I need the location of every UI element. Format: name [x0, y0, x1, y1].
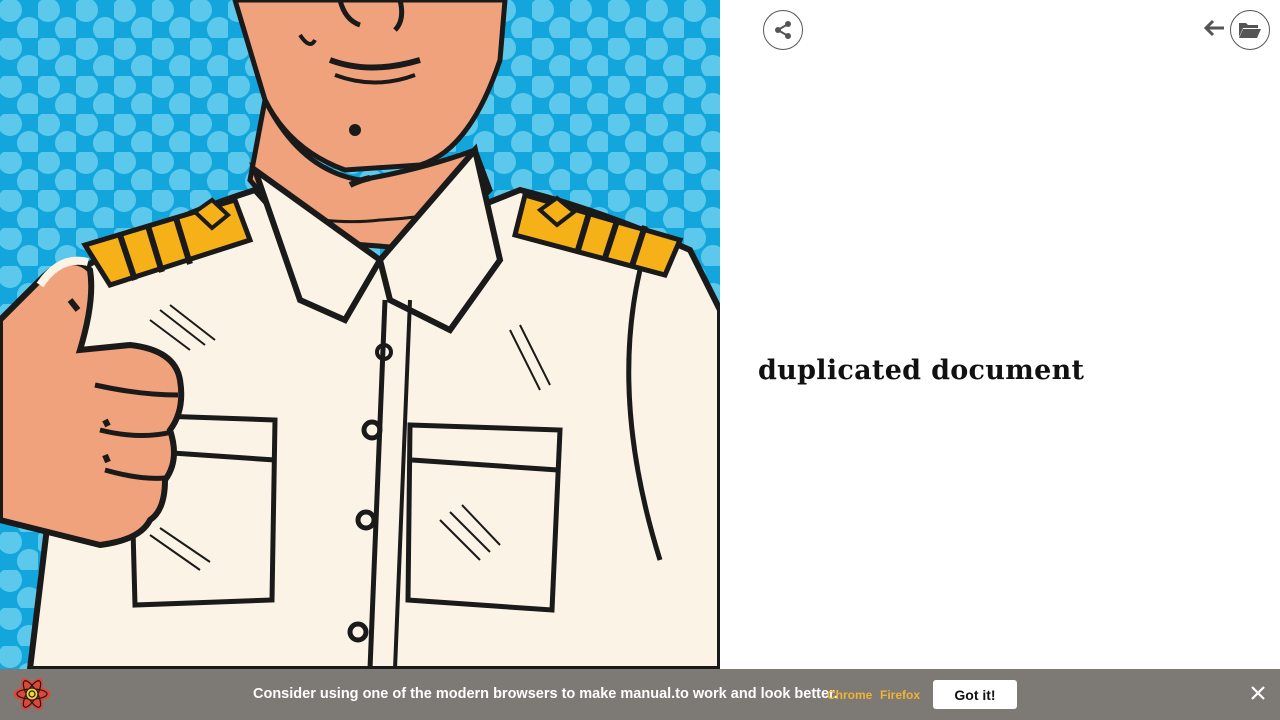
got-it-button[interactable]: Got it!	[933, 680, 1017, 709]
document-panel: duplicated document	[720, 0, 1280, 669]
cover-illustration	[0, 0, 720, 669]
close-icon	[1251, 686, 1265, 700]
document-title: duplicated document	[758, 355, 1085, 386]
captain-illustration-svg	[0, 0, 720, 669]
arrow-left-icon	[1203, 19, 1224, 37]
react-atom-logo	[13, 678, 51, 710]
chrome-link[interactable]: Chrome	[827, 688, 872, 702]
firefox-link[interactable]: Firefox	[880, 688, 920, 702]
app-screen: duplicated document Consider using one o…	[0, 0, 1280, 720]
browser-warning-banner: Consider using one of the modern browser…	[0, 669, 1280, 720]
share-button[interactable]	[763, 10, 803, 50]
back-button[interactable]	[1200, 14, 1228, 42]
folder-open-icon	[1239, 23, 1261, 38]
share-icon	[775, 21, 791, 39]
banner-message: Consider using one of the modern browser…	[253, 686, 838, 702]
open-folder-button[interactable]	[1230, 10, 1270, 50]
close-banner-button[interactable]	[1246, 681, 1270, 705]
